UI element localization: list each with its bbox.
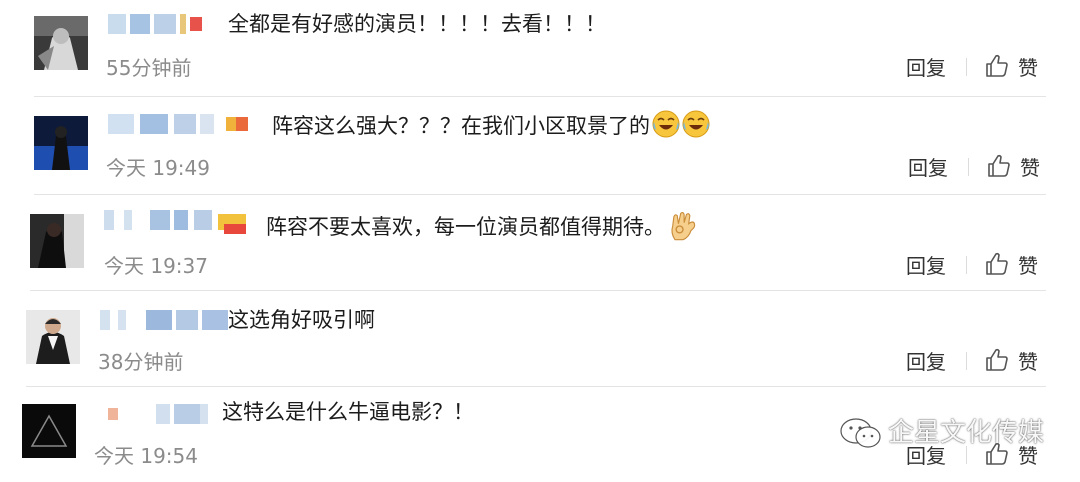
avatar[interactable] [26, 310, 80, 364]
wechat-icon [840, 418, 881, 448]
laughing-crying-emoji [682, 110, 710, 138]
blurred-username[interactable] [108, 114, 248, 134]
ok-hand-emoji [671, 211, 696, 241]
avatar[interactable] [30, 214, 84, 268]
comment-timestamp: 38分钟前 [98, 350, 184, 374]
comment-timestamp: 55分钟前 [106, 56, 192, 80]
reply-button[interactable]: 回复 [906, 250, 946, 279]
avatar[interactable] [34, 116, 88, 170]
comment-divider [26, 386, 1046, 387]
comment-divider [34, 96, 1046, 97]
action-separator [968, 158, 969, 176]
comment-divider [34, 194, 1046, 195]
thumbs-up-icon [988, 154, 1010, 177]
blurred-username[interactable] [100, 310, 230, 330]
comment-timestamp: 今天 19:54 [94, 444, 198, 468]
comment-text: 这选角好吸引啊 [228, 308, 375, 332]
action-separator [966, 58, 967, 76]
thumbs-up-icon [986, 54, 1008, 77]
comment-text-body: 阵容这么强大？？？在我们小区取景了的 [272, 114, 650, 138]
action-separator [966, 256, 967, 274]
like-label: 赞 [1018, 56, 1038, 80]
like-label: 赞 [1018, 350, 1038, 374]
blurred-username[interactable] [108, 404, 208, 424]
comment-text-body: 阵容不要太喜欢，每一位演员都值得期待。 [266, 215, 665, 239]
blurred-username[interactable] [108, 14, 204, 34]
thumbs-up-icon [986, 252, 1008, 275]
comment-divider [30, 290, 1046, 291]
avatar[interactable] [34, 16, 88, 70]
comment-panel: 全都是有好感的演员！！！！去看！！！ 55分钟前 回复 赞 阵容这么强大？？？在… [0, 0, 1080, 482]
thumbs-up-icon [986, 348, 1008, 371]
action-separator [966, 352, 967, 370]
comment-timestamp: 今天 19:37 [104, 254, 208, 278]
watermark-text: 企星文化传媒 [888, 418, 1045, 448]
like-label: 赞 [1018, 254, 1038, 278]
reply-button[interactable]: 回复 [906, 346, 946, 375]
avatar[interactable] [22, 404, 76, 458]
comment-timestamp: 今天 19:49 [106, 156, 210, 180]
comment-text: 全都是有好感的演员！！！！去看！！！ [228, 12, 606, 36]
laughing-crying-emoji [652, 110, 680, 138]
comment-text: 阵容不要太喜欢，每一位演员都值得期待。 [266, 210, 699, 242]
comment-text: 阵容这么强大？？？在我们小区取景了的 [272, 110, 710, 140]
comment-text: 这特么是什么牛逼电影？！ [222, 400, 474, 424]
blurred-username[interactable] [104, 210, 246, 234]
like-label: 赞 [1020, 156, 1040, 180]
reply-button[interactable]: 回复 [906, 52, 946, 81]
reply-button[interactable]: 回复 [908, 152, 948, 181]
